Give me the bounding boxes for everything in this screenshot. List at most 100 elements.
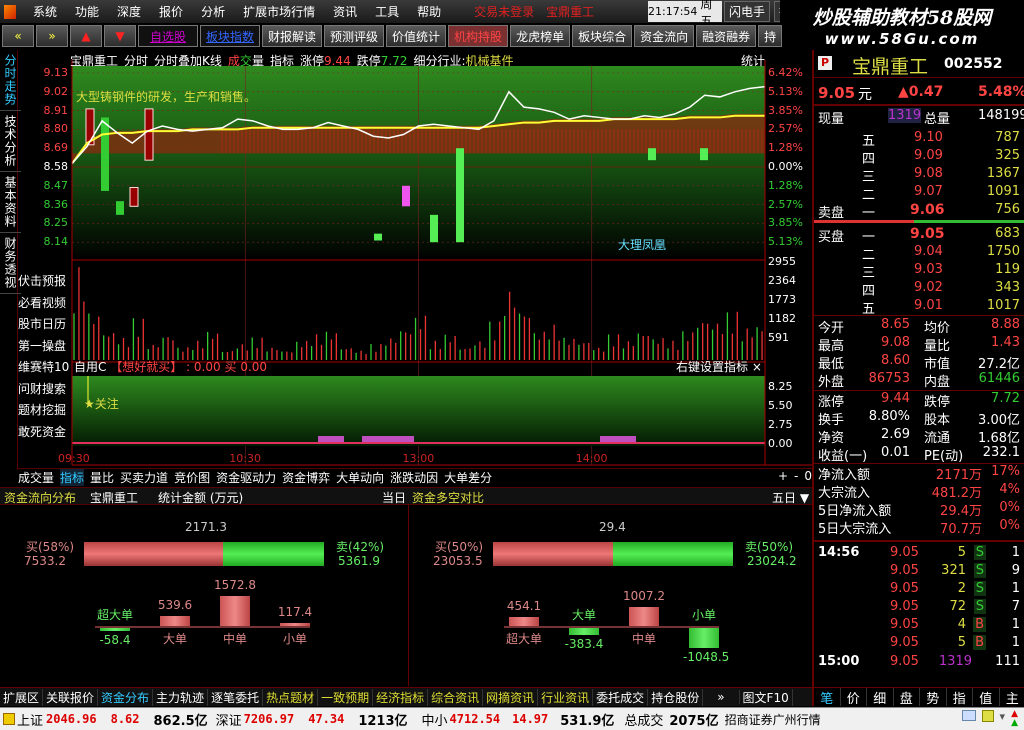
flow-value: 2171万 — [935, 468, 982, 483]
shortcut-market-calendar[interactable]: 股市日历 — [18, 315, 72, 337]
shortcut-iwencai-search[interactable]: 问财搜索 — [18, 380, 72, 402]
financial-report-button[interactable]: 财报解读 — [262, 25, 323, 47]
shortcut-must-watch-video[interactable]: 必看视频 — [18, 294, 72, 316]
price-tick: 8.47 — [43, 178, 69, 192]
tab-related-quote[interactable]: 关联报价 — [43, 688, 99, 706]
up-button[interactable]: ▲ — [70, 25, 102, 47]
dragon-tiger-button[interactable]: 龙虎榜单 — [510, 25, 571, 47]
bid-price: 9.03 — [914, 262, 943, 277]
fund-compare-title[interactable]: 资金多空对比 — [412, 489, 484, 506]
menu-extended-market[interactable]: 扩展市场行情 — [234, 3, 324, 20]
shortcut-theme-mining[interactable]: 题材挖掘 — [18, 401, 72, 423]
tab-buy-sell-force[interactable]: 买卖力道 — [120, 469, 168, 486]
flash-trade-button[interactable]: 闪电手 — [724, 1, 771, 22]
menu-analysis[interactable]: 分析 — [192, 3, 234, 20]
indicator-label[interactable]: 指标 — [270, 52, 294, 68]
tab-extension[interactable]: 扩展区 — [0, 688, 44, 706]
tab-economic[interactable]: 经济指标 — [373, 688, 429, 706]
total-label: 总成交 — [624, 713, 664, 729]
zoom-in-button[interactable]: + — [778, 469, 788, 486]
current-stock-link[interactable]: 宝鼎重工 — [540, 3, 600, 20]
shortcut-daredevil-funds[interactable]: 敢死资金 — [18, 423, 72, 445]
signal-icon[interactable]: ▾ — [1000, 710, 1006, 728]
tab-industry-news[interactable]: 行业资讯 — [538, 688, 594, 706]
volume-label[interactable]: 成交量 — [228, 52, 264, 68]
fund-flow-button[interactable]: 资金流向 — [634, 25, 695, 47]
quote-tab[interactable]: 指 — [947, 688, 973, 707]
menu-depth[interactable]: 深度 — [108, 3, 150, 20]
tab-hot-topics[interactable]: 热点题材 — [263, 688, 319, 706]
menu-news[interactable]: 资讯 — [324, 3, 366, 20]
watchlist-link[interactable]: 自选股 — [138, 25, 198, 47]
fund-distribution-title[interactable]: 资金流向分布 — [4, 489, 76, 506]
stats-button[interactable]: 统计 — [741, 52, 765, 68]
stat-value: 8.65 — [881, 317, 910, 332]
tab-main-force[interactable]: 主力轨迹 — [153, 688, 209, 706]
tab-big-order-diff[interactable]: 大单差分 — [444, 469, 492, 486]
tab-general-news[interactable]: 综合资讯 — [428, 688, 484, 706]
tab-fund-drive[interactable]: 资金驱动力 — [216, 469, 276, 486]
quote-tab[interactable]: 笔 — [814, 688, 841, 707]
period-select[interactable]: 五日 ▼ — [772, 489, 809, 506]
sector-summary-button[interactable]: 板块综合 — [572, 25, 633, 47]
indicator-settings-hint[interactable]: 右键设置指标 × — [676, 358, 762, 375]
quote-tab[interactable]: 主 — [1000, 688, 1024, 707]
tab-f10[interactable]: 图文F10 — [740, 688, 793, 706]
tab-consensus[interactable]: 一致预期 — [318, 688, 374, 706]
tick-count: 9 — [1011, 563, 1020, 578]
tab-rise-fall-cause[interactable]: 涨跌动因 — [390, 469, 438, 486]
shortcut-ambush-report[interactable]: 伏击预报 — [18, 272, 72, 294]
tab-fund-game[interactable]: 资金博弈 — [282, 469, 330, 486]
tab-holdings[interactable]: 持仓股份 — [648, 688, 704, 706]
pct-tick: 1.28% — [768, 141, 803, 155]
tab-volume-ratio[interactable]: 量比 — [90, 469, 114, 486]
stat-label: 涨停 — [818, 395, 845, 410]
menu-tools[interactable]: 工具 — [366, 3, 408, 20]
shortcut-wisetech[interactable]: 维赛特10 — [18, 358, 72, 380]
quote-tab[interactable]: 势 — [920, 688, 947, 707]
value-stats-button[interactable]: 价值统计 — [386, 25, 447, 47]
market-up-down-icon[interactable]: ▲ ▲ — [1011, 710, 1018, 728]
forecast-rating-button[interactable]: 预测评级 — [324, 25, 385, 47]
ask-price: 9.06 — [910, 202, 945, 218]
tab-order-by-order[interactable]: 逐笔委托 — [208, 688, 264, 706]
signal-candle — [402, 185, 410, 207]
menu-system[interactable]: 系统 — [24, 3, 66, 20]
tick-row: 14:56 9.05 5 S 1 — [818, 545, 1022, 563]
quote-tab[interactable]: 盘 — [894, 688, 920, 707]
institution-holdings-button[interactable]: 机构持股 — [448, 25, 509, 47]
shortcut-first-trade[interactable]: 第一操盘 — [18, 337, 72, 359]
tick-side: S — [973, 563, 986, 578]
down-button[interactable]: ▼ — [104, 25, 136, 47]
chart-mode-overlay-k[interactable]: 分时叠加K线 — [154, 52, 222, 68]
notice-icon[interactable] — [981, 710, 994, 722]
quote-tab[interactable]: 值 — [973, 688, 1000, 707]
mail-icon[interactable] — [961, 710, 976, 721]
zoom-reset-button[interactable]: 0 — [804, 469, 812, 486]
zoom-out-button[interactable]: - — [794, 469, 798, 486]
tab-fund-distribution[interactable]: 资金分布 — [98, 688, 154, 706]
tab-orders-trades[interactable]: 委托成交 — [593, 688, 649, 706]
tab-big-order-trend[interactable]: 大单动向 — [336, 469, 384, 486]
indicator-name[interactable]: 自用C — [74, 360, 106, 374]
menu-help[interactable]: 帮助 — [408, 3, 450, 20]
tab-indicator[interactable]: 指标 — [60, 469, 85, 486]
intraday-chart[interactable] — [0, 50, 812, 470]
tab-web-news[interactable]: 网摘资讯 — [483, 688, 539, 706]
trade-login-status[interactable]: 交易未登录 — [468, 3, 540, 20]
menu-function[interactable]: 功能 — [66, 3, 108, 20]
stat-value: 232.1 — [982, 445, 1020, 460]
forward-button[interactable]: » — [36, 25, 68, 47]
tab-auction[interactable]: 竞价图 — [174, 469, 210, 486]
quote-tab[interactable]: 细 — [867, 688, 894, 707]
back-button[interactable]: « — [2, 25, 34, 47]
chart-mode-intraday[interactable]: 分时 — [124, 52, 148, 68]
sector-index-link[interactable]: 板块指数 — [200, 25, 260, 47]
more-tabs-button[interactable]: » — [703, 690, 740, 704]
menu-quote[interactable]: 报价 — [150, 3, 192, 20]
tab-volume[interactable]: 成交量 — [18, 469, 54, 486]
total-volume: 148199 — [978, 108, 1024, 123]
quote-tab[interactable]: 价 — [841, 688, 867, 707]
holdings-button[interactable]: 持 — [758, 25, 783, 47]
margin-trading-button[interactable]: 融资融券 — [696, 25, 757, 47]
